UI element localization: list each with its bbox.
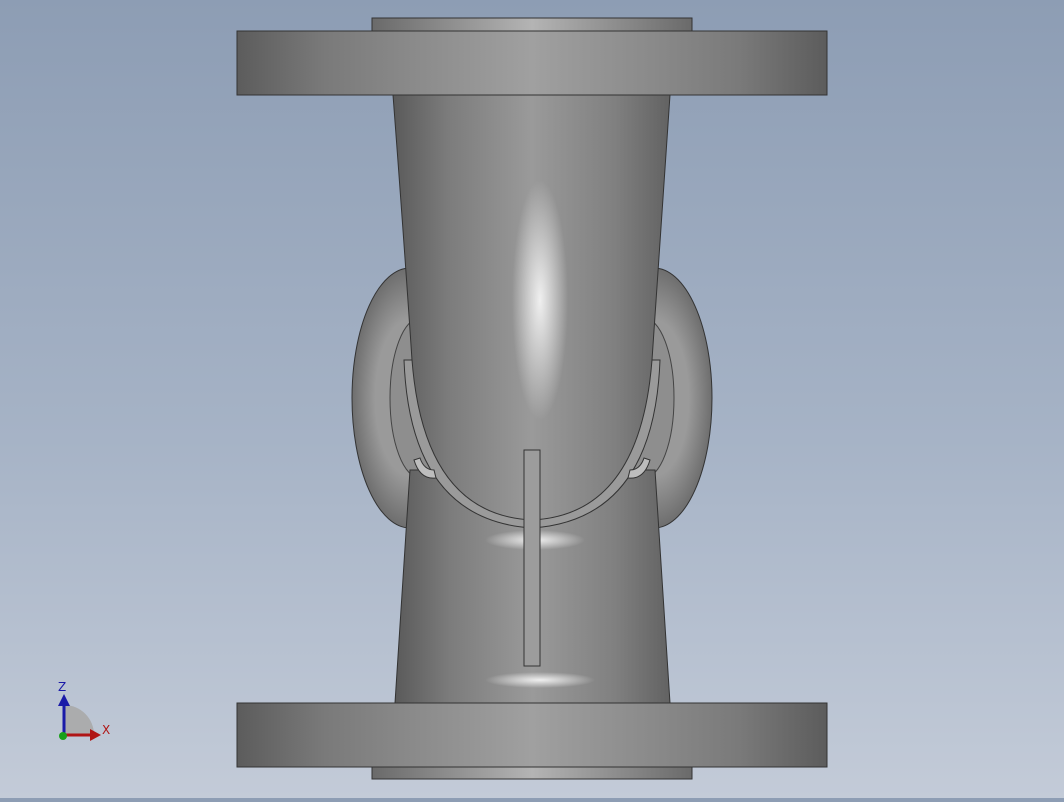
z-axis-label: Z: [58, 680, 66, 694]
x-arrow-icon: [90, 729, 101, 741]
bottom-flange: [236, 702, 828, 768]
stem: [523, 449, 541, 667]
upper-body-highlight: [512, 180, 568, 420]
y-axis-icon: [59, 732, 67, 740]
triad-quadrant: [64, 705, 94, 735]
lower-body-highlight: [485, 672, 595, 688]
x-axis-label: X: [102, 723, 110, 737]
top-flange-lip: [371, 17, 693, 33]
model-canvas[interactable]: Z X: [0, 0, 1064, 798]
reference-triad: Z X: [58, 680, 110, 741]
z-arrow-icon: [58, 694, 70, 706]
cad-3d-viewport[interactable]: Z X: [0, 0, 1064, 798]
bottom-flange-lip: [371, 766, 693, 780]
top-flange: [236, 30, 828, 96]
